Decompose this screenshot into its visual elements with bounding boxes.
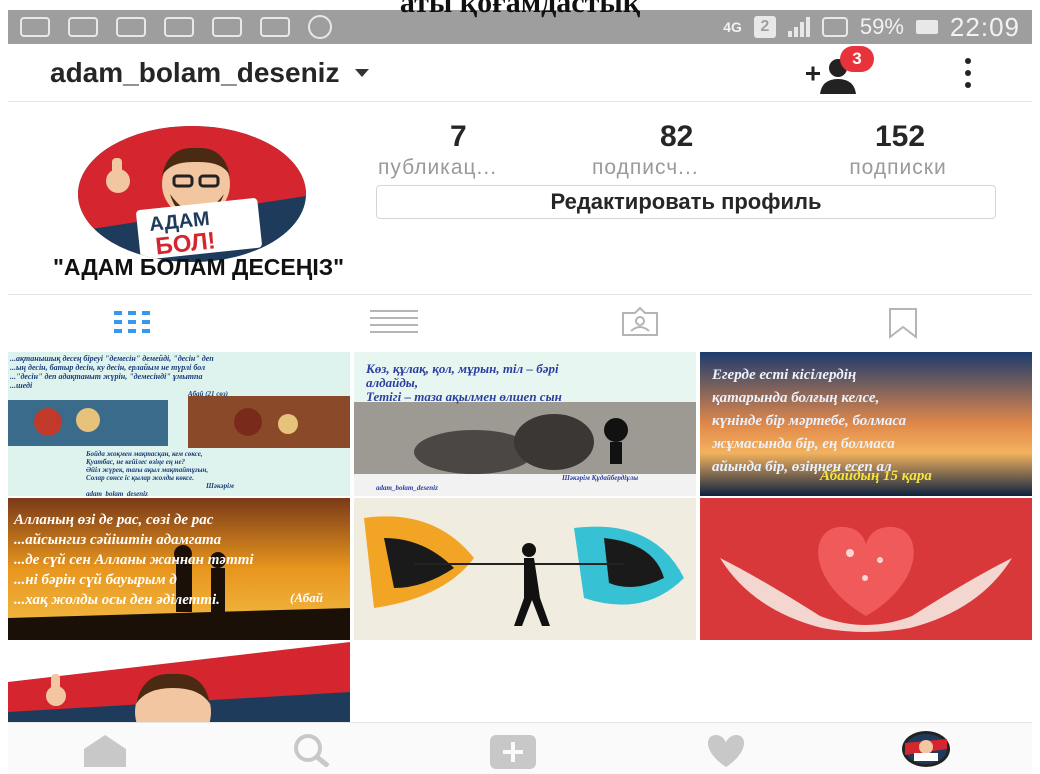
saved-posts-tab[interactable] bbox=[886, 307, 920, 344]
post-tile[interactable]: ...ақтанышық десең біреуі "демесін" деме… bbox=[8, 352, 350, 496]
stat-followers[interactable]: 82 подписч... bbox=[592, 120, 792, 180]
profile-tab[interactable] bbox=[900, 729, 952, 774]
chat-notification-icon bbox=[20, 17, 50, 37]
account-switcher-chevron-down-icon[interactable] bbox=[355, 68, 370, 77]
following-label: подписки bbox=[849, 156, 947, 179]
tagged-photos-tab[interactable] bbox=[620, 306, 660, 342]
post-tile[interactable] bbox=[354, 498, 696, 640]
post-1-bottom-line-2: Қуатбас, не кейілес өзіңе ең не? bbox=[86, 458, 186, 466]
new-post-tab[interactable] bbox=[488, 733, 538, 774]
alert-notification-icon bbox=[116, 17, 146, 37]
post-tile[interactable] bbox=[700, 498, 1032, 640]
post-4-line-5: ...хақ жолды осы ден әділетті. bbox=[14, 592, 220, 608]
activity-tab[interactable] bbox=[702, 733, 750, 772]
post-4-line-2: ...айсынгиз сәйіштін адамгата bbox=[14, 532, 222, 548]
stat-posts[interactable]: 7 публикац... bbox=[374, 120, 574, 180]
more-options-icon[interactable] bbox=[963, 58, 973, 88]
post-4-line-1: Алланың өзі де рас, сөзі де рас bbox=[14, 512, 214, 528]
post-1-handle: adam_bolam_deseniz bbox=[86, 490, 148, 496]
post-1-bottom-line-4: Солар сөнсе іс қылар жолды көксе. bbox=[86, 474, 194, 482]
notification-count-badge: 3 bbox=[840, 46, 874, 72]
post-2-line-3: Тетігі – таза ақылмен өлшеп сын bbox=[366, 389, 562, 404]
profile-display-name: "АДАМ БОЛАМ ДЕСЕҢІЗ" bbox=[53, 254, 345, 280]
message-notification-icon bbox=[68, 17, 98, 37]
post-tile[interactable]: Алланың өзі де рас, сөзі де рас ...айсын… bbox=[8, 498, 350, 640]
profile-header: adam_bolam_deseniz 3 bbox=[8, 44, 1032, 102]
home-icon bbox=[84, 735, 126, 767]
post-tile[interactable]: Егерде есті кісілердің қатарында болғың … bbox=[700, 352, 1032, 496]
list-icon bbox=[370, 310, 418, 333]
signal-strength-icon bbox=[787, 17, 810, 37]
posts-count: 7 bbox=[450, 120, 467, 153]
post-3-line-3: күнінде бір мәртебе, болмаса bbox=[712, 413, 907, 429]
add-post-icon bbox=[490, 735, 536, 769]
search-tab[interactable] bbox=[290, 733, 334, 772]
profile-avatar-icon bbox=[902, 731, 950, 767]
post-4-attribution: (Абай bbox=[290, 590, 324, 605]
grid-view-tab[interactable] bbox=[112, 307, 152, 342]
second-signal-icon bbox=[821, 17, 848, 37]
post-tile[interactable] bbox=[8, 642, 350, 722]
profile-tabs bbox=[8, 294, 1032, 352]
home-tab[interactable] bbox=[80, 733, 130, 772]
page-caption: аты қоғамдастық bbox=[399, 0, 641, 19]
followers-count: 82 bbox=[660, 120, 694, 153]
post-2-attribution: Шәкәрім Құдайбердіұлы bbox=[562, 474, 639, 482]
followers-label: подписч... bbox=[592, 156, 699, 179]
post-1-attribution: Абай (21 сөз) bbox=[188, 390, 228, 398]
search-icon bbox=[294, 734, 330, 768]
post-3-line-1: Егерде есті кісілердің bbox=[712, 367, 857, 383]
saved-icon bbox=[889, 308, 917, 340]
post-1-line-2: ...ың десін, батыр десін, ку десін, ерла… bbox=[10, 363, 206, 372]
edit-profile-button[interactable]: Редактировать профиль bbox=[376, 185, 996, 219]
post-3-line-4: жұмасында бір, ең болмаса bbox=[712, 436, 895, 452]
post-4-line-4: ...ні бәрін сүй бауырым д bbox=[14, 572, 177, 588]
post-1-bottom-line-1: Бойда жоқмен мақтасқан, кем сөксе, bbox=[86, 450, 203, 458]
list-view-tab[interactable] bbox=[368, 307, 420, 342]
post-1-line-3: ..."десін" деп адақтаныт жүрін, "демесін… bbox=[10, 372, 203, 381]
cleaner-notification-icon bbox=[260, 17, 290, 37]
post-4-line-3: ...де сүй сен Алланы жаннан тәтті bbox=[14, 552, 254, 568]
tagged-icon bbox=[622, 306, 658, 336]
activity-heart-icon bbox=[707, 735, 745, 767]
grid-icon bbox=[114, 311, 150, 333]
post-1-line-1: ...ақтанышық десең біреуі "демесін" деме… bbox=[10, 354, 214, 363]
post-2-line-1: Көз, құлақ, қол, мұрын, тіл – бәрі bbox=[366, 361, 559, 376]
stat-following[interactable]: 152 подписки bbox=[794, 120, 994, 180]
bottom-navigation bbox=[8, 722, 1032, 774]
app-notification-icon bbox=[164, 17, 194, 37]
account-username[interactable]: adam_bolam_deseniz bbox=[50, 57, 339, 89]
post-tile[interactable]: Көз, құлақ, қол, мұрын, тіл – бәрі алдай… bbox=[354, 352, 696, 496]
network-type: 4G bbox=[723, 19, 742, 35]
post-2-line-2: алдайды, bbox=[366, 375, 419, 390]
battery-icon bbox=[915, 20, 938, 34]
post-1-bottom-attribution: Шәкәрім bbox=[206, 482, 234, 490]
post-2-handle: adam_bolam_deseniz bbox=[376, 484, 438, 492]
post-1-bottom-line-3: Әйіл жүрек, тағы ақыл мақтайтұғын, bbox=[86, 466, 209, 474]
posts-label: публикац... bbox=[378, 156, 498, 179]
profile-avatar[interactable]: АДАМ БОЛ! bbox=[78, 126, 306, 262]
following-count: 152 bbox=[874, 120, 926, 153]
post-3-line-2: қатарында болғың келсе, bbox=[712, 390, 880, 406]
post-3-attribution: Абайдың 15 қара bbox=[820, 468, 932, 484]
post-1-line-4: ...шеді bbox=[10, 381, 33, 390]
mail-notification-icon bbox=[212, 17, 242, 37]
